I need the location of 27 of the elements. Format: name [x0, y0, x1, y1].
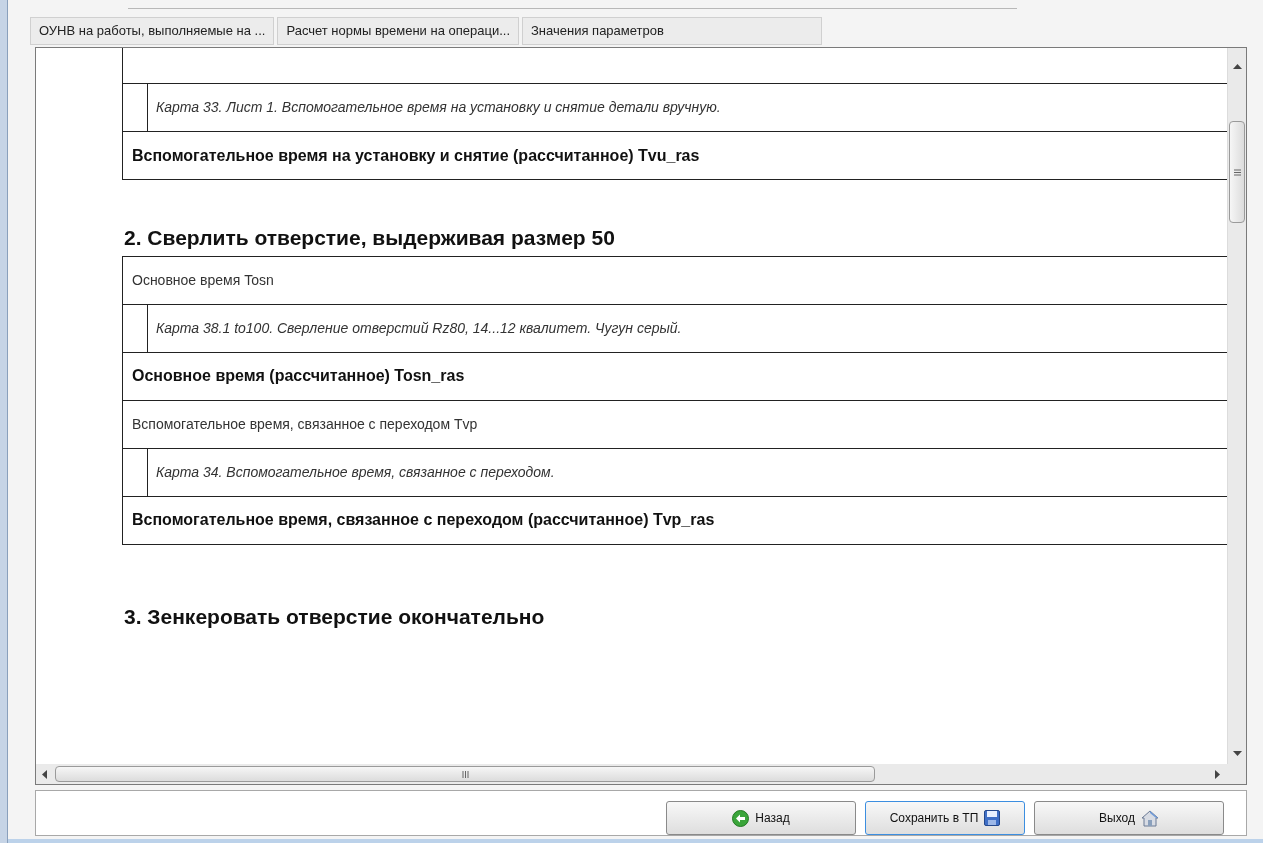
save-button[interactable]: Сохранить в ТП: [865, 801, 1025, 835]
result-text: Вспомогательное время, связанное с переходом (рассчитанное) Tvp_ras: [131, 510, 715, 530]
grip-icon: [1233, 168, 1241, 176]
result-text: Основное время (рассчитанное) Tosn_ras: [131, 366, 465, 386]
reference-text: Карта 33. Лист 1. Вспомогательное время на установку и снятие детали вручную.: [155, 98, 721, 117]
scroll-thumb[interactable]: [1229, 121, 1245, 223]
scroll-thumb[interactable]: [55, 766, 875, 782]
exit-button[interactable]: Выход: [1034, 801, 1224, 835]
scroll-right-icon[interactable]: [1215, 769, 1220, 779]
section-heading: 3. Зенкеровать отверстие окончательно: [123, 603, 546, 630]
scroll-left-icon[interactable]: [42, 769, 47, 779]
reference-text: Карта 34. Вспомогательное время, связанное с переходом.: [155, 462, 555, 482]
tab[interactable]: Значения параметров: [522, 17, 822, 45]
tab[interactable]: ОУНВ на работы, выполняемые на ...: [30, 17, 275, 45]
result-text: Вспомогательное время на установку и снятие (рассчитанное) Tvu_ras: [131, 145, 700, 166]
horizontal-scrollbar[interactable]: [36, 764, 1246, 784]
parameter-text: Вспомогательное время, связанное с переходом Tvp: [131, 414, 478, 434]
house-icon: [1140, 809, 1159, 827]
scroll-down-icon[interactable]: [1232, 751, 1242, 756]
reference-text: Карта 38.1 to100. Сверление отверстий Rz80, 14...12 квалитет. Чугун серый.: [155, 318, 682, 338]
back-button[interactable]: Назад: [666, 801, 856, 835]
section-heading: 2. Сверлить отверстие, выдерживая размер 50: [123, 225, 616, 251]
vertical-scrollbar[interactable]: [1227, 48, 1246, 764]
grip-icon: [461, 770, 469, 778]
scroll-up-icon[interactable]: [1232, 64, 1242, 69]
tab[interactable]: Расчет нормы времени на операци...: [277, 17, 519, 45]
parameter-text: Основное время Tosn: [131, 270, 274, 290]
